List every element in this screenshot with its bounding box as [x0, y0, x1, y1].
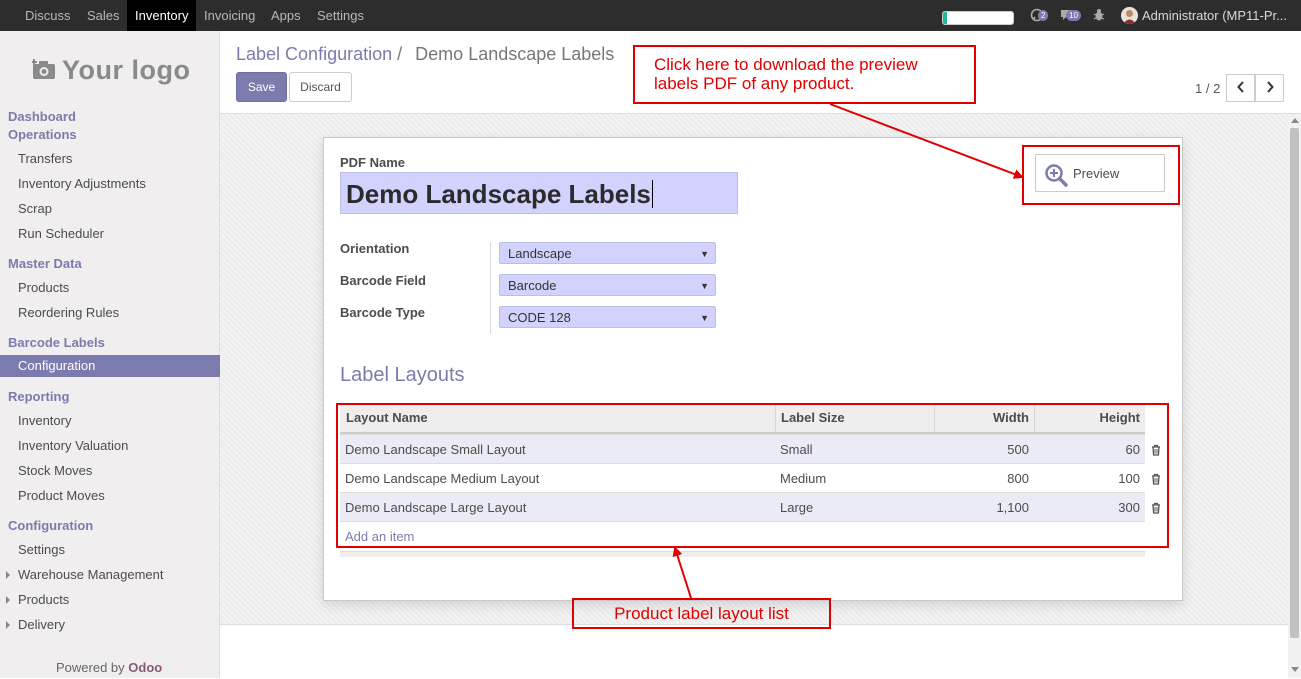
annotation-arrow-list [672, 546, 692, 599]
annotation-arrows [672, 103, 1024, 599]
annotation-arrow-preview [829, 103, 1024, 179]
